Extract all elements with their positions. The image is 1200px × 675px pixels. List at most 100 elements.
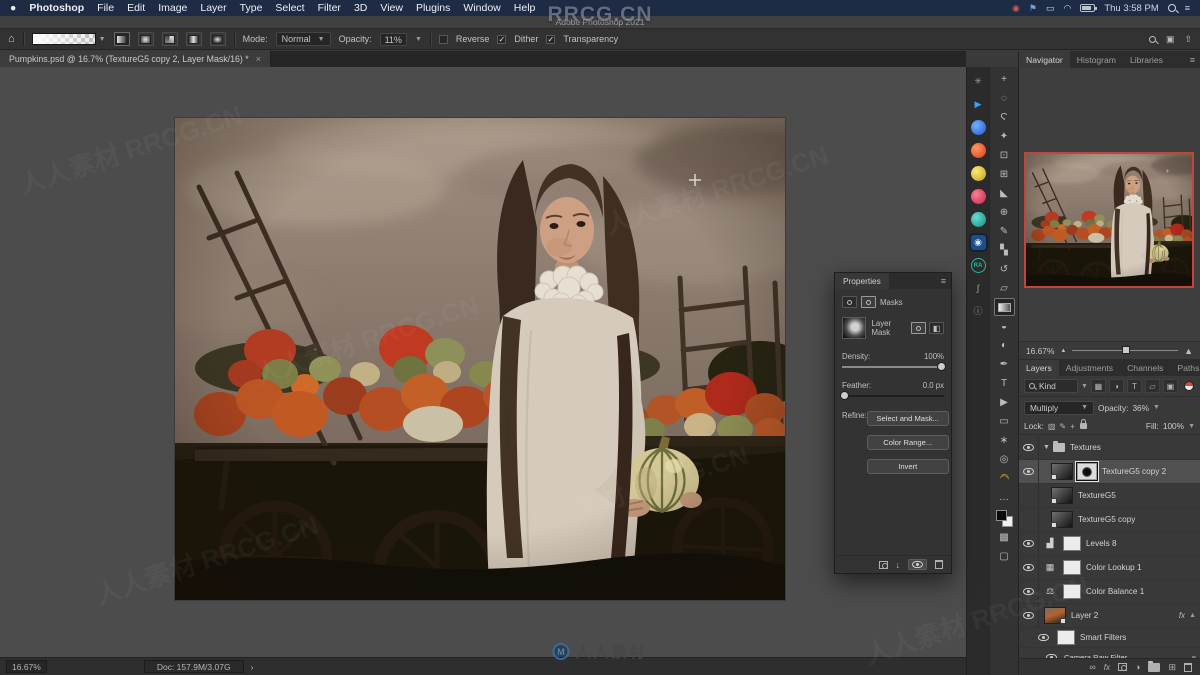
angle-gradient-button[interactable] (161, 32, 178, 46)
paint-extension-icon[interactable] (970, 120, 986, 135)
collapse-effects-icon[interactable]: ▲ (1189, 612, 1196, 619)
navigator-zoom-value[interactable]: 16.67% (1026, 346, 1054, 356)
layer-blend-mode-select[interactable]: Multiply ▼ (1024, 400, 1094, 415)
menu-layer[interactable]: Layer (200, 2, 226, 14)
filter-shape-icon[interactable]: ▱ (1144, 379, 1160, 393)
density-value[interactable]: 100% (924, 352, 944, 361)
menu-file[interactable]: File (97, 2, 114, 14)
visibility-toggle[interactable] (1033, 628, 1053, 647)
home-icon[interactable]: ⌂ (8, 33, 15, 45)
layer-mask-thumbnail[interactable] (1063, 536, 1081, 551)
filter-toggle-icon[interactable] (1183, 381, 1194, 391)
swirl-teal-extension-icon[interactable] (970, 212, 986, 227)
dither-checkbox[interactable]: ✓ (497, 34, 507, 44)
tab-channels[interactable]: Channels (1120, 360, 1170, 376)
status-zoom-field[interactable]: 16.67% (6, 660, 47, 673)
fill-value[interactable]: 100% (1163, 421, 1184, 431)
new-layer-icon[interactable]: ⊞ (1168, 662, 1176, 673)
brush-tool-icon[interactable]: ✎ (994, 222, 1015, 240)
disclosure-icon[interactable]: ▼ (1043, 444, 1050, 451)
lasso-tool-icon[interactable]: Ϛ (994, 108, 1015, 126)
smart-filter-thumbnail[interactable] (1057, 630, 1075, 645)
menu-photoshop[interactable]: Photoshop (29, 2, 84, 14)
menu-plugins[interactable]: Plugins (416, 2, 450, 14)
selected-mask-icon[interactable] (861, 296, 876, 308)
hand-tool-icon[interactable]: ∗ (994, 431, 1015, 449)
layer-row[interactable]: ⚖ Color Balance 1 (1019, 580, 1200, 604)
zoom-slider-knob[interactable] (1122, 346, 1131, 354)
visibility-toggle[interactable] (1019, 484, 1039, 507)
banana-extension-icon[interactable]: ☾ (993, 466, 1014, 490)
control-center-icon[interactable]: ≡ (1185, 3, 1190, 13)
filter-adjustment-icon[interactable]: ◑ (1108, 379, 1124, 393)
path-select-tool-icon[interactable]: ▶ (994, 393, 1015, 411)
gradient-tool-icon[interactable] (993, 298, 1015, 316)
info-extension-icon[interactable]: ⓘ (971, 304, 986, 319)
pixel-mask-icon[interactable] (842, 296, 857, 308)
density-slider-knob[interactable] (937, 362, 946, 371)
mask-preview-thumbnail[interactable] (842, 317, 866, 339)
type-tool-icon[interactable]: T (994, 374, 1015, 392)
menu-type[interactable]: Type (240, 2, 263, 14)
add-vector-mask-icon[interactable]: ◧ (929, 322, 944, 334)
apple-menu-icon[interactable]: ● (10, 2, 16, 14)
status-arrow-icon[interactable]: › (251, 662, 254, 672)
status-display-icon[interactable]: ▭ (1046, 3, 1055, 14)
zoom-in-icon[interactable]: ▲ (1184, 346, 1193, 356)
move-tool-icon[interactable]: + (994, 70, 1015, 88)
filter-kind-select[interactable]: Kind (1024, 379, 1078, 393)
menu-3d[interactable]: 3D (354, 2, 367, 14)
apply-mask-icon[interactable]: ↓ (896, 560, 901, 570)
layer-mask-thumbnail[interactable] (1063, 584, 1081, 599)
add-mask-icon[interactable] (1118, 663, 1128, 671)
menu-view[interactable]: View (380, 2, 403, 14)
reverse-checkbox[interactable] (438, 34, 448, 44)
tab-properties[interactable]: Properties (835, 273, 889, 289)
battery-icon[interactable] (1080, 4, 1098, 12)
delete-mask-icon[interactable] (935, 560, 943, 569)
blend-mode-select[interactable]: Normal ▼ (275, 32, 331, 46)
swirl-red-extension-icon[interactable] (970, 189, 986, 204)
navigator-proxy-view[interactable] (1024, 152, 1194, 288)
screen-mode-icon[interactable]: ▢ (994, 547, 1015, 565)
load-selection-icon[interactable] (878, 560, 888, 569)
spotlight-search-icon[interactable] (1167, 4, 1176, 12)
transparency-checkbox[interactable]: ✓ (546, 34, 556, 44)
layer-row[interactable]: TextureG5 (1019, 484, 1200, 508)
layer-style-icon[interactable]: fx (1104, 663, 1110, 672)
density-slider[interactable] (842, 362, 946, 371)
color-range-button[interactable]: Color Range... (866, 435, 949, 450)
tab-adjustments[interactable]: Adjustments (1059, 360, 1120, 376)
splash-extension-icon[interactable] (970, 143, 986, 158)
layer-row-group-textures[interactable]: ▼ Textures (1019, 436, 1200, 460)
chevron-down-icon[interactable]: ▼ (1188, 423, 1195, 430)
zoom-tool-icon[interactable]: ◎ (994, 450, 1015, 468)
tab-histogram[interactable]: Histogram (1070, 51, 1123, 68)
healing-tool-icon[interactable]: ⊕ (994, 203, 1015, 221)
quick-select-tool-icon[interactable]: ✦ (994, 127, 1015, 145)
chevron-down-icon[interactable]: ▼ (99, 36, 106, 43)
filter-type-icon[interactable]: T (1126, 379, 1142, 393)
menu-select[interactable]: Select (275, 2, 304, 14)
visibility-toggle[interactable] (1019, 580, 1039, 603)
share-icon[interactable]: ⇧ (1184, 34, 1192, 45)
layer-row-smart-filters[interactable]: Smart Filters (1019, 628, 1200, 648)
gear-extension-icon[interactable]: ✳ (971, 74, 986, 89)
foreground-color-swatch[interactable] (995, 510, 1007, 521)
visibility-toggle[interactable] (1019, 460, 1039, 483)
document-tab[interactable]: Pumpkins.psd @ 16.7% (TextureG5 copy 2, … (0, 51, 271, 67)
select-and-mask-button[interactable]: Select and Mask... (866, 411, 949, 426)
close-tab-icon[interactable]: × (256, 54, 261, 64)
chevron-down-icon[interactable]: ▼ (1153, 404, 1160, 411)
gradient-preset-picker[interactable]: ▼ (31, 33, 106, 45)
layer-mask-thumbnail[interactable] (1077, 463, 1097, 480)
layer-mask-thumbnail[interactable] (1063, 560, 1081, 575)
layer-row[interactable]: ▦ Color Lookup 1 (1019, 556, 1200, 580)
radial-gradient-button[interactable] (137, 32, 154, 46)
feather-slider[interactable] (840, 391, 944, 400)
blur-tool-icon[interactable]: ◒ (994, 317, 1015, 335)
play-extension-icon[interactable]: ▶ (971, 97, 986, 112)
menu-filter[interactable]: Filter (318, 2, 341, 14)
dodge-tool-icon[interactable]: ◐ (994, 336, 1015, 354)
marquee-tool-icon[interactable]: ◌ (994, 89, 1015, 107)
